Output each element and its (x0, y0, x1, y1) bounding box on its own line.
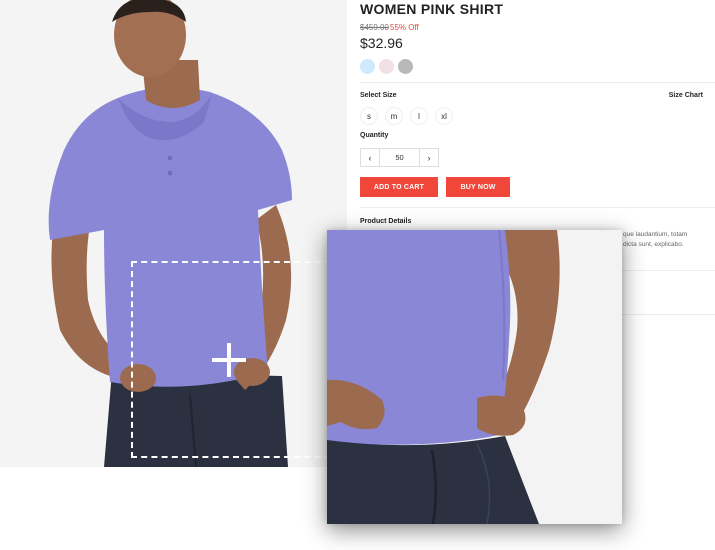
size-option-s[interactable]: s (360, 107, 378, 125)
select-size-label: Select Size (360, 92, 397, 99)
current-price: $32.96 (360, 35, 403, 51)
quantity-stepper: ‹ 50 › (360, 148, 439, 167)
divider (622, 314, 715, 315)
divider (360, 82, 715, 83)
buy-now-button[interactable]: BUY NOW (446, 177, 510, 197)
color-swatch-grey[interactable] (398, 59, 413, 74)
size-option-xl[interactable]: xl (435, 107, 453, 125)
zoomed-image (327, 230, 622, 524)
old-price: $459.00 (360, 23, 389, 32)
quantity-decrement-button[interactable]: ‹ (361, 149, 380, 166)
details-text-line-1: que laudantium, totam (623, 231, 688, 238)
size-chart-link[interactable]: Size Chart (669, 92, 703, 99)
product-title: WOMEN PINK SHIRT (360, 1, 504, 17)
discount-badge: 55% Off (390, 23, 419, 32)
color-swatch-light-pink[interactable] (379, 59, 394, 74)
size-option-l[interactable]: l (410, 107, 428, 125)
size-options: s m l xl (360, 107, 453, 125)
quantity-input[interactable]: 50 (380, 149, 419, 166)
quantity-label: Quantity (360, 132, 389, 139)
color-swatches (360, 59, 413, 74)
plus-icon[interactable] (212, 343, 246, 377)
details-text-line-2: dicta sunt, explicabo. (623, 241, 684, 248)
color-swatch-light-blue[interactable] (360, 59, 375, 74)
quantity-increment-button[interactable]: › (419, 149, 438, 166)
add-to-cart-button[interactable]: ADD TO CART (360, 177, 438, 197)
zoom-preview-window (327, 230, 622, 524)
product-details-label: Product Details (360, 218, 412, 225)
size-option-m[interactable]: m (385, 107, 403, 125)
product-image[interactable] (0, 0, 347, 467)
divider (360, 207, 715, 208)
divider (622, 270, 715, 271)
